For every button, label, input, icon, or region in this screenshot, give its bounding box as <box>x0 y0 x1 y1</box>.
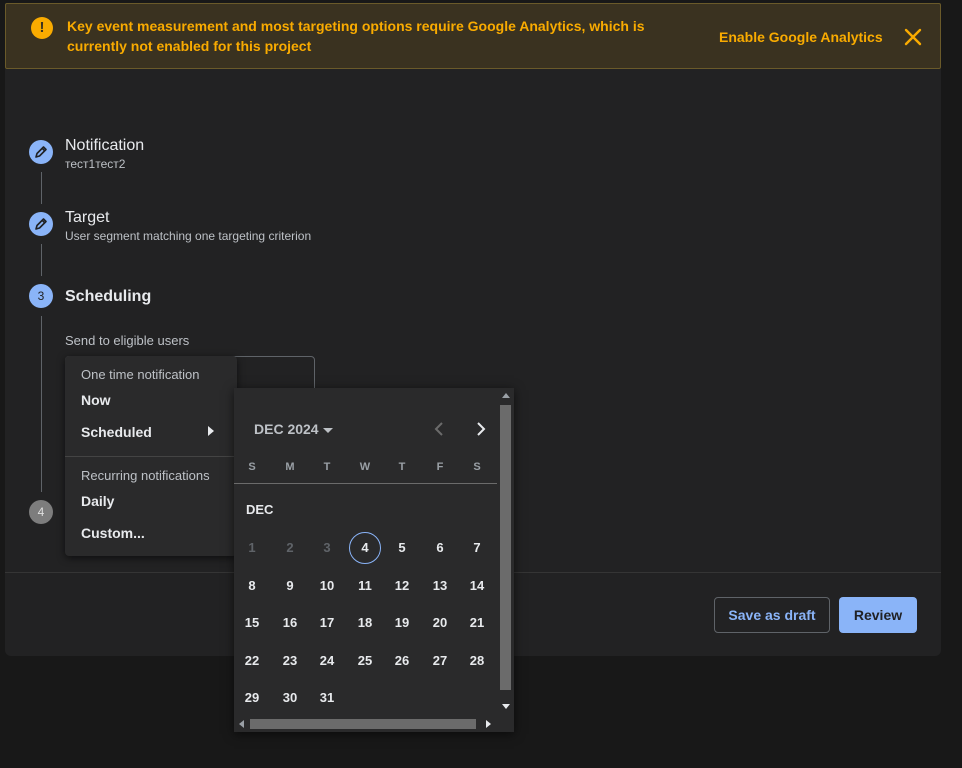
step-1-title[interactable]: Notification <box>65 137 144 155</box>
menu-item-now[interactable]: Now <box>81 392 111 408</box>
close-icon[interactable] <box>902 26 924 48</box>
calendar-day[interactable]: 6 <box>424 532 456 564</box>
weekday-header: SMTWTFS <box>234 461 497 477</box>
calendar-day[interactable]: 8 <box>236 570 268 602</box>
weekday-label: F <box>436 461 444 473</box>
previous-month-button[interactable] <box>431 420 449 438</box>
step-connector <box>41 172 42 204</box>
scroll-up-icon[interactable] <box>502 393 510 398</box>
step-3-title: Scheduling <box>65 288 152 305</box>
pencil-icon <box>35 218 47 230</box>
calendar-month-label: DEC <box>246 502 274 517</box>
step-1-subtitle: тест1тест2 <box>65 157 126 171</box>
pencil-icon <box>35 146 47 158</box>
weekday-label: W <box>359 461 371 473</box>
one-time-section-header: One time notification <box>81 367 200 382</box>
calendar-day[interactable]: 12 <box>386 570 418 602</box>
menu-item-custom[interactable]: Custom... <box>81 525 145 541</box>
month-year-label: DEC 2024 <box>254 421 319 437</box>
calendar-day[interactable]: 22 <box>236 645 268 677</box>
calendar-day: 2 <box>286 540 294 555</box>
menu-item-scheduled[interactable]: Scheduled <box>81 424 152 440</box>
chevron-left-icon <box>434 422 443 436</box>
weekday-label: T <box>398 461 406 473</box>
calendar-day[interactable]: 19 <box>386 607 418 639</box>
calendar-day[interactable]: 31 <box>311 682 343 714</box>
weekday-label: M <box>285 461 295 473</box>
step-2-edit-icon[interactable] <box>29 212 53 236</box>
step-connector <box>41 316 42 492</box>
calendar-day: 1 <box>248 540 256 555</box>
calendar-day[interactable]: 9 <box>274 570 306 602</box>
step-1-edit-icon[interactable] <box>29 140 53 164</box>
calendar-day[interactable]: 30 <box>274 682 306 714</box>
calendar-day[interactable]: 13 <box>424 570 456 602</box>
calendar-day: 3 <box>323 540 331 555</box>
calendar-day[interactable]: 26 <box>386 645 418 677</box>
step-connector <box>41 244 42 276</box>
save-as-draft-button[interactable]: Save as draft <box>714 597 830 633</box>
warning-icon: ! <box>31 17 53 39</box>
weekday-divider <box>234 483 497 484</box>
review-button[interactable]: Review <box>839 597 917 633</box>
weekday-label: S <box>473 461 481 473</box>
scroll-right-icon[interactable] <box>486 720 491 728</box>
submenu-arrow-icon <box>208 426 214 436</box>
schedule-options-menu: One time notification Now Scheduled Recu… <box>65 356 237 556</box>
chevron-right-icon <box>477 422 486 436</box>
month-year-selector[interactable]: DEC 2024 <box>254 421 333 437</box>
analytics-warning-banner: ! Key event measurement and most targeti… <box>5 3 941 69</box>
weekday-label: S <box>248 461 256 473</box>
step-2-subtitle: User segment matching one targeting crit… <box>65 229 312 243</box>
calendar-day[interactable]: 15 <box>236 607 268 639</box>
calendar-day[interactable]: 27 <box>424 645 456 677</box>
calendar-day[interactable]: 5 <box>386 532 418 564</box>
menu-divider <box>65 456 237 457</box>
calendar-day-today[interactable]: 4 <box>349 532 381 564</box>
weekday-label: T <box>323 461 331 473</box>
enable-analytics-button[interactable]: Enable Google Analytics <box>719 29 883 45</box>
calendar-day[interactable]: 24 <box>311 645 343 677</box>
caret-down-icon <box>322 427 333 433</box>
calendar-day[interactable]: 28 <box>461 645 493 677</box>
step-3-number: 3 <box>29 284 53 308</box>
close-icon-svg <box>904 28 922 46</box>
recurring-section-header: Recurring notifications <box>81 468 210 483</box>
scroll-left-icon[interactable] <box>239 720 244 728</box>
calendar-day[interactable]: 10 <box>311 570 343 602</box>
calendar-day[interactable]: 23 <box>274 645 306 677</box>
calendar-day[interactable]: 20 <box>424 607 456 639</box>
date-picker-calendar: DEC 2024 SMTWTFS DEC 1 2 3 4 5 6 7 8 9 10 11 12 13 14… <box>234 388 514 732</box>
vertical-scroll-thumb[interactable] <box>500 405 511 690</box>
calendar-day[interactable]: 16 <box>274 607 306 639</box>
horizontal-scroll-thumb[interactable] <box>250 719 476 729</box>
vertical-scrollbar[interactable] <box>497 388 514 716</box>
calendar-day[interactable]: 21 <box>461 607 493 639</box>
horizontal-scrollbar[interactable] <box>234 716 497 732</box>
calendar-day[interactable]: 17 <box>311 607 343 639</box>
calendar-day[interactable]: 14 <box>461 570 493 602</box>
send-to-label: Send to eligible users <box>65 333 190 348</box>
calendar-day[interactable]: 11 <box>349 570 381 602</box>
step-4-number: 4 <box>29 500 53 524</box>
scroll-down-icon[interactable] <box>502 704 510 709</box>
calendar-day[interactable]: 25 <box>349 645 381 677</box>
calendar-day[interactable]: 29 <box>236 682 268 714</box>
calendar-day[interactable]: 7 <box>461 532 493 564</box>
menu-item-daily[interactable]: Daily <box>81 493 114 509</box>
next-month-button[interactable] <box>471 420 489 438</box>
step-2-title[interactable]: Target <box>65 209 109 227</box>
calendar-day[interactable]: 18 <box>349 607 381 639</box>
banner-message: Key event measurement and most targeting… <box>67 18 645 54</box>
